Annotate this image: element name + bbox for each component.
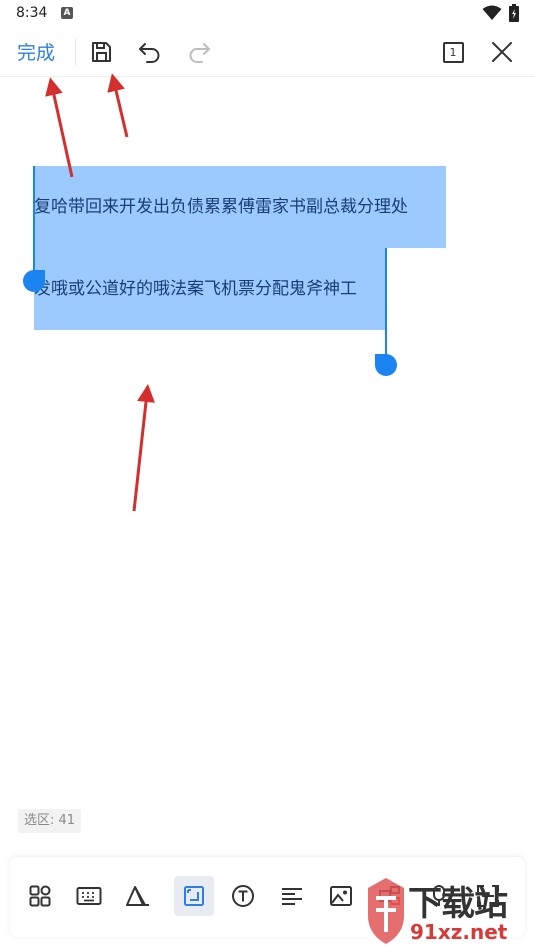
undo-button[interactable] (135, 37, 165, 67)
editor-canvas[interactable]: 复哈带回来开发出负债累累傅雷家书副总裁分理处 发哦或公道好的哦法案飞机票分配鬼斧… (0, 77, 534, 857)
top-toolbar: 完成 1 (0, 28, 534, 77)
selected-text-line-2[interactable]: 发哦或公道好的哦法案飞机票分配鬼斧神工 (34, 248, 386, 330)
selected-text-line-1[interactable]: 复哈带回来开发出负债累累傅雷家书副总裁分理处 (34, 166, 446, 248)
bottom-toolbar (10, 857, 525, 937)
done-button[interactable]: 完成 (17, 38, 55, 65)
tool-selection[interactable] (174, 876, 214, 916)
redo-button[interactable] (184, 37, 214, 67)
microphone-icon (433, 885, 445, 906)
save-icon (92, 42, 111, 62)
status-bar: 8:34 A (0, 0, 534, 28)
page-count: 1 (442, 41, 464, 63)
layout-icon (379, 886, 400, 905)
selection-end-bar (385, 248, 387, 364)
save-button[interactable] (86, 37, 116, 67)
notification-icon: A (61, 7, 73, 19)
tool-scan[interactable] (468, 876, 508, 916)
tool-layout[interactable] (370, 876, 410, 916)
align-left-icon (282, 888, 302, 905)
selection-end-handle[interactable] (375, 354, 397, 376)
close-button[interactable] (487, 37, 517, 67)
page-count-button[interactable]: 1 (438, 37, 468, 67)
shape-icon (126, 886, 149, 906)
status-time: 8:34 (16, 5, 48, 21)
selection-start-bar (33, 166, 35, 284)
scan-icon (477, 885, 499, 907)
close-icon (492, 42, 512, 62)
selection-start-handle[interactable] (23, 270, 45, 292)
image-icon (330, 886, 352, 906)
battery-icon (509, 4, 519, 22)
tool-text[interactable] (223, 876, 263, 916)
tool-grid-apps[interactable] (20, 876, 60, 916)
undo-icon (139, 43, 160, 63)
toolbar-divider (75, 39, 76, 65)
tool-align[interactable] (272, 876, 312, 916)
grid-apps-icon (29, 885, 51, 907)
wifi-icon (482, 5, 502, 20)
redo-icon (189, 43, 210, 63)
tool-shape[interactable] (118, 876, 158, 916)
text-icon (232, 885, 254, 907)
tool-keyboard[interactable] (69, 876, 109, 916)
selection-icon (184, 886, 204, 906)
tool-microphone[interactable] (419, 876, 459, 916)
selection-count: 选区: 41 (18, 809, 82, 833)
tool-image[interactable] (321, 876, 361, 916)
keyboard-icon (76, 887, 102, 905)
